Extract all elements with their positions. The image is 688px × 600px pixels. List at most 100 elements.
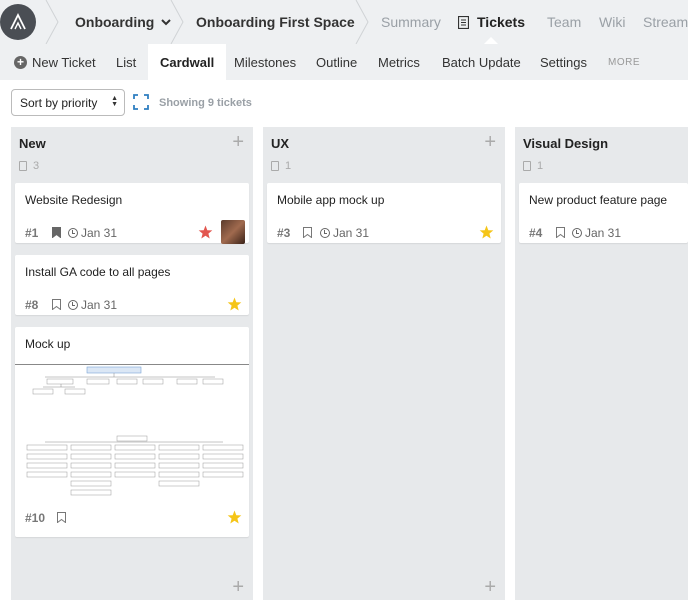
column-title: UX <box>271 136 290 151</box>
ticket-card[interactable]: Mobile app mock up #3 Jan 31 <box>267 183 501 243</box>
document-icon <box>19 161 27 171</box>
bookmark-icon[interactable] <box>556 227 565 238</box>
due-date: Jan 31 <box>320 226 369 240</box>
tab-label: Cardwall <box>160 54 215 70</box>
breadcrumb-onboarding[interactable]: Onboarding <box>75 0 172 44</box>
card-title: Mock up <box>25 337 71 351</box>
card-number: #8 <box>25 298 39 312</box>
ticket-card[interactable]: New product feature page #4 Jan 31 <box>519 183 688 243</box>
more-menu[interactable]: MORE <box>608 44 640 80</box>
breadcrumb-space[interactable]: Onboarding First Space <box>196 0 355 44</box>
card-title: New product feature page <box>529 193 668 207</box>
fullscreen-icon[interactable] <box>133 94 149 110</box>
add-card-icon[interactable]: + <box>232 577 244 597</box>
card-title: Website Redesign <box>25 193 123 207</box>
card-title: Mobile app mock up <box>277 193 385 207</box>
select-arrows-icon: ▲ ▼ <box>111 95 118 108</box>
due-label: Jan 31 <box>81 226 118 240</box>
tab-label: Settings <box>540 54 587 70</box>
nav-label: Wiki <box>599 14 626 30</box>
due-label: Jan 31 <box>81 298 118 312</box>
tab-metrics[interactable]: Metrics <box>378 44 420 80</box>
nav-label: Team <box>547 14 582 30</box>
due-label: Jan 31 <box>585 226 622 240</box>
breadcrumb-separator <box>45 0 59 44</box>
bookmark-filled-icon[interactable] <box>52 227 61 238</box>
bookmark-icon[interactable] <box>52 299 61 310</box>
sort-value: Sort by priority <box>20 95 98 110</box>
top-bar: Onboarding Onboarding First Space Summar… <box>0 0 688 44</box>
active-nav-indicator <box>484 37 498 44</box>
count-value: 1 <box>537 160 544 172</box>
ticket-subnav: + New Ticket List Cardwall Milestones Ou… <box>0 44 688 80</box>
card-number: #1 <box>25 226 39 240</box>
ticket-card[interactable]: Install GA code to all pages #8 Jan 31 <box>15 255 249 315</box>
star-red-icon[interactable] <box>198 225 213 240</box>
clock-icon <box>572 228 582 238</box>
tab-cardwall[interactable]: Cardwall <box>148 44 227 80</box>
star-gold-icon[interactable] <box>479 225 494 240</box>
document-icon <box>271 161 279 171</box>
card-number: #10 <box>25 511 46 525</box>
star-gold-icon[interactable] <box>227 510 242 525</box>
new-ticket-label: New Ticket <box>32 54 96 70</box>
tab-batch-update[interactable]: Batch Update <box>442 44 521 80</box>
tab-label: List <box>116 54 137 70</box>
nav-summary[interactable]: Summary <box>381 0 441 44</box>
tab-label: Milestones <box>234 54 297 70</box>
add-card-icon[interactable]: + <box>232 132 244 152</box>
ticket-count-text: Showing 9 tickets <box>159 97 252 109</box>
sitemap-wireframe-image[interactable] <box>15 364 249 497</box>
card-title: Install GA code to all pages <box>25 265 171 279</box>
assembla-logo-icon[interactable] <box>0 4 36 40</box>
due-date: Jan 31 <box>68 298 117 312</box>
card-number: #3 <box>277 226 291 240</box>
tab-list[interactable]: List <box>116 44 136 80</box>
add-card-icon[interactable]: + <box>484 577 496 597</box>
plus-circle-icon: + <box>14 55 27 69</box>
bookmark-icon[interactable] <box>57 512 66 523</box>
card-number: #4 <box>529 226 543 240</box>
count-value: 1 <box>285 160 292 172</box>
count-value: 3 <box>33 160 40 172</box>
bookmark-icon[interactable] <box>303 227 312 238</box>
document-icon <box>458 15 469 29</box>
breadcrumb-label: Onboarding <box>75 14 155 30</box>
star-gold-icon[interactable] <box>227 297 242 312</box>
column-ux: UX + 1 Mobile app mock up #3 Jan 31 + <box>263 127 505 600</box>
column-title: New <box>19 136 46 151</box>
breadcrumb-separator <box>170 0 184 44</box>
due-date: Jan 31 <box>572 226 621 240</box>
column-count: 1 <box>271 160 291 172</box>
column-new: New + 3 Website Redesign #1 Jan 31 Insta… <box>11 127 253 600</box>
due-date: Jan 31 <box>68 226 117 240</box>
nav-label: Tickets <box>477 14 525 30</box>
clock-icon <box>68 228 78 238</box>
column-count: 3 <box>19 160 39 172</box>
nav-wiki[interactable]: Wiki <box>599 0 625 44</box>
sort-select[interactable]: Sort by priority ▲ ▼ <box>11 89 125 116</box>
new-ticket-button[interactable]: + New Ticket <box>14 44 96 80</box>
tab-outline[interactable]: Outline <box>316 44 357 80</box>
ticket-card[interactable]: Mock up #10 <box>15 327 249 537</box>
tab-milestones[interactable]: Milestones <box>234 44 296 80</box>
nav-label: Stream <box>643 14 688 30</box>
tab-settings[interactable]: Settings <box>540 44 587 80</box>
breadcrumb-label: Onboarding First Space <box>196 14 355 30</box>
column-visual-design: Visual Design 1 New product feature page… <box>515 127 688 600</box>
tab-label: Batch Update <box>442 54 521 70</box>
avatar[interactable] <box>221 220 245 244</box>
tab-label: Metrics <box>378 54 420 70</box>
add-card-icon[interactable]: + <box>484 132 496 152</box>
clock-icon <box>68 300 78 310</box>
tab-label: Outline <box>316 54 358 70</box>
ticket-card[interactable]: Website Redesign #1 Jan 31 <box>15 183 249 244</box>
nav-team[interactable]: Team <box>547 0 581 44</box>
clock-icon <box>320 228 330 238</box>
nav-stream[interactable]: Stream <box>643 0 688 44</box>
column-count: 1 <box>523 160 543 172</box>
nav-label: Summary <box>381 14 441 30</box>
column-title: Visual Design <box>523 136 609 151</box>
more-label: MORE <box>608 56 640 68</box>
due-label: Jan 31 <box>333 226 370 240</box>
